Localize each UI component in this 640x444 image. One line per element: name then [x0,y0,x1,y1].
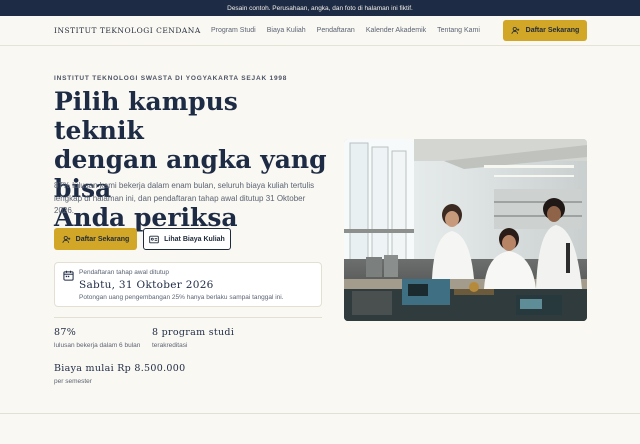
nav-item-tentang-kami[interactable]: Tentang Kami [437,27,480,34]
section-divider [0,413,640,414]
register-button[interactable]: Daftar Sekarang [54,228,137,250]
id-card-icon [149,235,159,243]
stat-fee-label: per semester [54,378,92,385]
nav-register-button[interactable]: Daftar Sekarang [503,20,587,41]
site-brand[interactable]: INSTITUT TEKNOLOGI CENDANA [54,26,201,35]
hero-lede: 87% lulusan kami bekerja dalam enam bula… [54,181,315,215]
main-navigation: INSTITUT TEKNOLOGI CENDANA Program Studi… [0,16,640,46]
demo-banner-text: Desain contoh. Perusahaan, angka, dan fo… [227,4,413,12]
nav-register-label: Daftar Sekarang [525,27,580,34]
nav-item-program-studi[interactable]: Program Studi [211,27,256,34]
headline-line-1: Pilih kampus teknik [54,87,238,145]
hero-photo-lab [344,139,587,321]
demo-banner: Desain contoh. Perusahaan, angka, dan fo… [0,0,640,16]
nav-item-biaya-kuliah[interactable]: Biaya Kuliah [267,27,306,34]
lab-students-photo [344,139,587,321]
view-fees-button[interactable]: Lihat Biaya Kuliah [143,228,231,250]
user-plus-icon [511,26,519,34]
nav-item-pendaftaran[interactable]: Pendaftaran [317,27,355,34]
stat-employment-value: 87% [54,327,77,338]
stat-employment-label: lulusan bekerja dalam 6 bulan [54,342,141,349]
user-plus-icon [62,235,70,243]
deadline-card: Pendaftaran tahap awal ditutup Sabtu, 31… [54,262,322,307]
view-fees-button-label: Lihat Biaya Kuliah [164,235,225,243]
deadline-label: Pendaftaran tahap awal ditutup [79,269,169,276]
stats-divider [54,317,322,318]
nav-item-kalender-akademik[interactable]: Kalender Akademik [366,27,426,34]
stat-programs-label: terakreditasi [152,342,188,349]
hero-eyebrow: INSTITUT TEKNOLOGI SWASTA DI YOGYAKARTA … [54,75,288,82]
register-button-label: Daftar Sekarang [75,235,130,243]
deadline-date: Sabtu, 31 Oktober 2026 [79,279,214,291]
calendar-icon [63,270,74,281]
stat-fee-value: Biaya mulai Rp 8.500.000 [54,363,186,374]
nav-menu: Program Studi Biaya Kuliah Pendaftaran K… [211,27,480,34]
deadline-note: Potongan uang pengembangan 25% hanya ber… [79,294,284,301]
stat-programs-value: 8 program studi [152,327,235,338]
